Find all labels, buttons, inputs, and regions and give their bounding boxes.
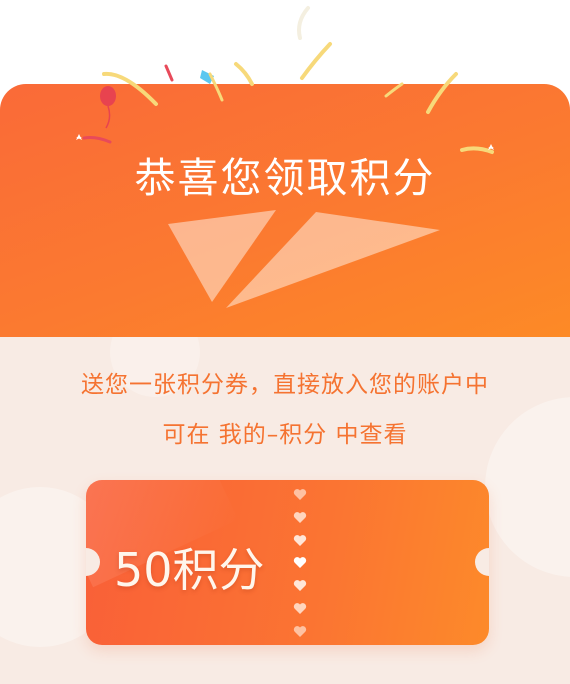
heart-icon <box>293 534 307 546</box>
heart-icon <box>293 580 307 592</box>
ticket-notch-right <box>475 548 489 576</box>
heart-icon <box>293 511 307 523</box>
heart-icon <box>293 626 307 637</box>
points-coupon[interactable]: 50积分 <box>86 480 489 645</box>
coupon-value: 50积分 <box>114 543 265 597</box>
reward-dialog: 恭喜您领取积分 送您一张积分券，直接放入您的账户中 可在 我的–积分 中查看 5… <box>0 84 570 684</box>
dialog-body: 送您一张积分券，直接放入您的账户中 可在 我的–积分 中查看 50积分 <box>0 337 570 684</box>
dialog-header: 恭喜您领取积分 <box>0 84 570 337</box>
heart-icon <box>293 557 307 569</box>
heart-icon <box>293 489 307 500</box>
heart-icon <box>293 603 307 615</box>
dialog-title: 恭喜您领取积分 <box>134 154 436 202</box>
message-line-1: 送您一张积分券，直接放入您的账户中 <box>81 372 489 398</box>
message-line-2: 可在 我的–积分 中查看 <box>162 422 408 448</box>
paper-plane-icon <box>168 210 440 308</box>
ticket-perforation <box>292 488 308 638</box>
